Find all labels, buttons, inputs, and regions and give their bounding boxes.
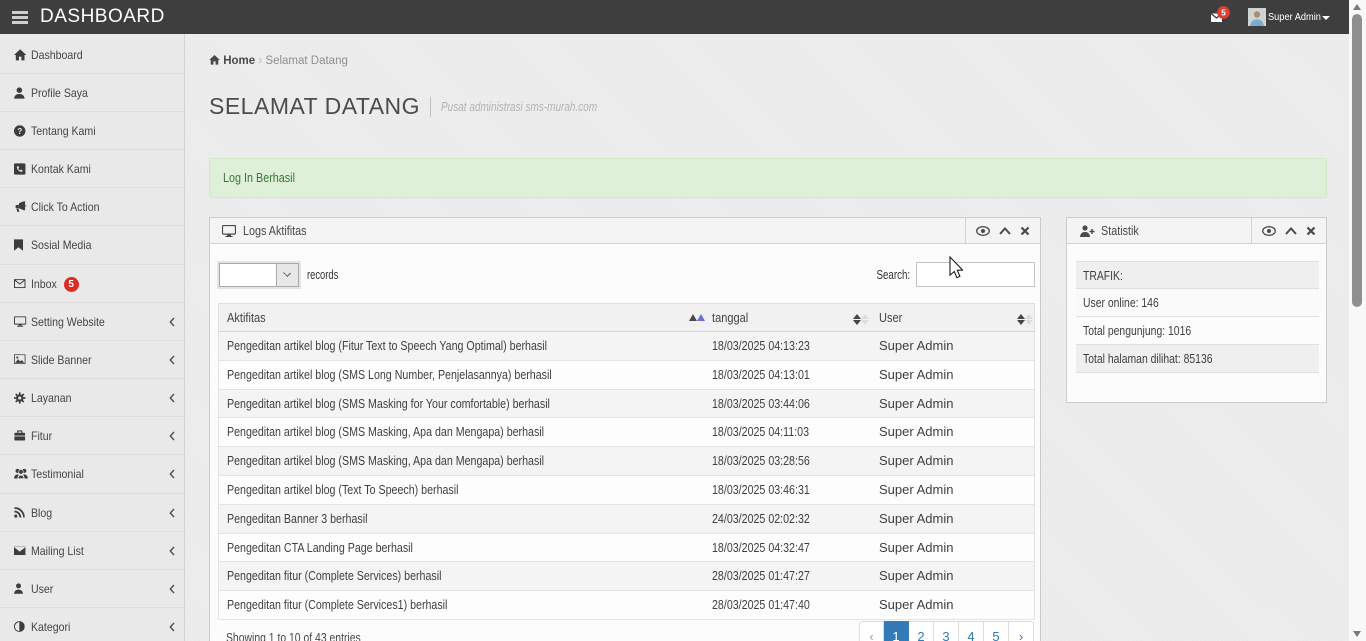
svg-text:5: 5 — [1221, 8, 1226, 18]
svg-text:?: ? — [17, 127, 22, 136]
